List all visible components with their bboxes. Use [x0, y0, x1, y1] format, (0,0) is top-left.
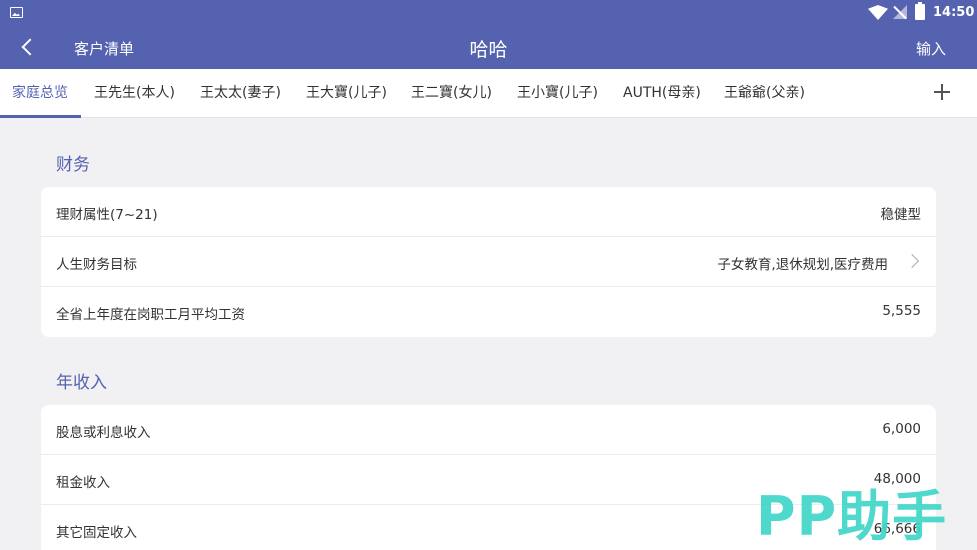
- tab-family-overview[interactable]: 家庭总览: [12, 69, 68, 118]
- row-label: 租金收入: [56, 475, 110, 491]
- tab-wang-grandpa[interactable]: 王爺爺(父亲): [724, 69, 805, 118]
- image-notification-icon: [10, 7, 23, 18]
- section-title-annual-income: 年收入: [56, 373, 107, 393]
- tab-wang-xiaobao[interactable]: 王小寶(儿子): [517, 69, 598, 118]
- battery-icon: [915, 2, 925, 20]
- list-item[interactable]: 全省上年度在岗职工月平均工资 5,555: [41, 287, 936, 337]
- wifi-icon: [868, 5, 888, 20]
- tab-mrs-wang[interactable]: 王太太(妻子): [200, 69, 281, 118]
- active-tab-indicator: [0, 115, 81, 118]
- tab-mr-wang[interactable]: 王先生(本人): [94, 69, 175, 118]
- tab-wang-dabao[interactable]: 王大寶(儿子): [306, 69, 387, 118]
- tab-auth-mother[interactable]: AUTH(母亲): [623, 69, 701, 118]
- pp-assistant-watermark: PP助手: [756, 485, 948, 548]
- no-signal-icon: [893, 5, 907, 20]
- row-value: 6,000: [882, 421, 921, 437]
- row-value: 子女教育,退休规划,医疗费用: [717, 257, 888, 273]
- add-member-plus-icon[interactable]: [933, 83, 951, 101]
- family-member-tabs: 家庭总览 王先生(本人) 王太太(妻子) 王大寶(儿子) 王二寶(女儿) 王小寶…: [0, 69, 977, 118]
- list-item[interactable]: 理财属性(7~21) 稳健型: [41, 187, 936, 237]
- section-title-finance: 财务: [56, 155, 90, 175]
- app-header: 14:50 客户清单 哈哈 输入: [0, 0, 977, 69]
- row-value: 稳健型: [880, 207, 922, 223]
- input-button[interactable]: 输入: [916, 38, 946, 59]
- list-item[interactable]: 股息或利息收入 6,000: [41, 405, 936, 455]
- status-bar: 14:50: [0, 0, 977, 26]
- row-label: 其它固定收入: [56, 525, 137, 541]
- row-value: 5,555: [882, 303, 921, 319]
- list-item[interactable]: 人生财务目标 子女教育,退休规划,医疗费用: [41, 237, 936, 287]
- row-label: 人生财务目标: [56, 257, 137, 273]
- status-time: 14:50: [933, 5, 975, 20]
- row-label: 理财属性(7~21): [56, 207, 158, 223]
- chevron-right-icon: [904, 253, 920, 269]
- row-label: 股息或利息收入: [56, 425, 151, 441]
- row-label: 全省上年度在岗职工月平均工资: [56, 307, 245, 323]
- tab-wang-erbao[interactable]: 王二寶(女儿): [411, 69, 492, 118]
- page-title: 哈哈: [469, 39, 508, 61]
- finance-card: 理财属性(7~21) 稳健型 人生财务目标 子女教育,退休规划,医疗费用 全省上…: [41, 187, 936, 337]
